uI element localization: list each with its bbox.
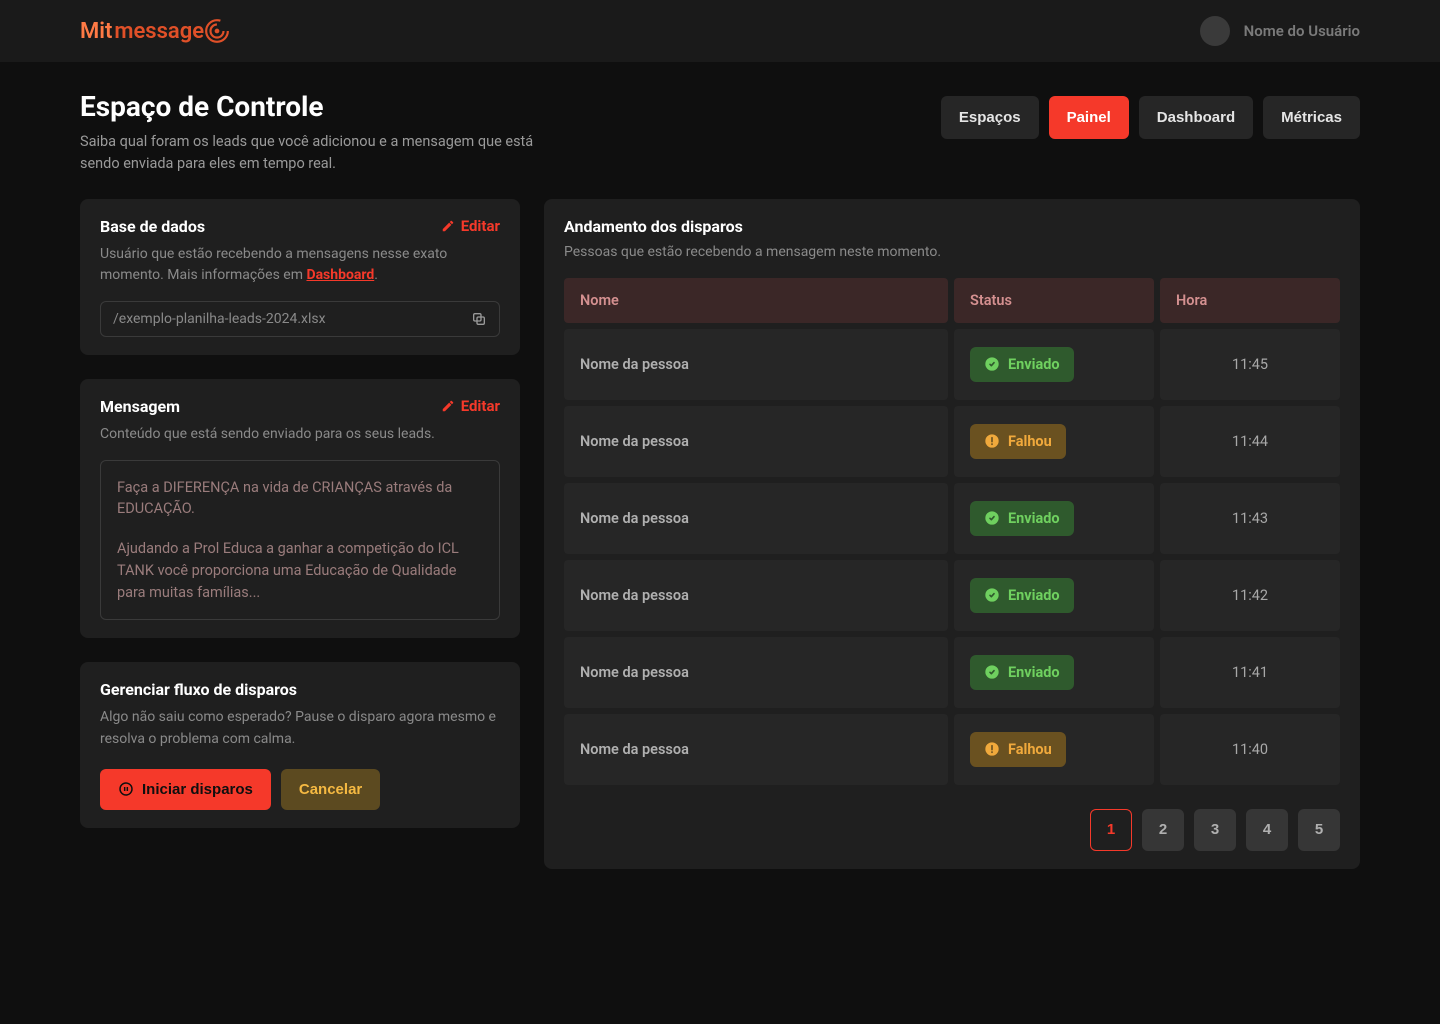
- table-body: Nome da pessoaEnviado11:45Nome da pessoa…: [564, 329, 1340, 785]
- page-button-3[interactable]: 3: [1194, 809, 1236, 851]
- edit-base-button[interactable]: Editar: [441, 217, 500, 235]
- pause-circle-icon: [118, 781, 134, 797]
- cell-time: 11:44: [1160, 406, 1340, 477]
- table-row: Nome da pessoa Enviado 11:45: [564, 329, 1340, 400]
- cell-status: Enviado: [954, 329, 1154, 400]
- table-row: Nome da pessoa Enviado 11:43: [564, 483, 1340, 554]
- file-row: /exemplo-planilha-leads-2024.xlsx: [100, 301, 500, 337]
- cell-status: Falhou: [954, 406, 1154, 477]
- pencil-icon: [441, 399, 455, 413]
- card-message-title: Mensagem: [100, 397, 180, 416]
- avatar: [1200, 16, 1230, 46]
- table-row: Nome da pessoa Enviado 11:42: [564, 560, 1340, 631]
- message-content: Faça a DIFERENÇA na vida de CRIANÇAS atr…: [100, 460, 500, 621]
- page-title: Espaço de Controle: [80, 90, 560, 123]
- card-message: Mensagem Editar Conteúdo que está sendo …: [80, 379, 520, 638]
- col-time: Hora: [1160, 278, 1340, 323]
- card-progress: Andamento dos disparos Pessoas que estão…: [544, 199, 1360, 869]
- logo-swirl-icon: [204, 18, 230, 44]
- table-row: Nome da pessoa Falhou 11:44: [564, 406, 1340, 477]
- status-badge: Enviado: [970, 655, 1074, 690]
- cancel-button[interactable]: Cancelar: [281, 769, 380, 810]
- progress-desc: Pessoas que estão recebendo a mensagem n…: [564, 244, 1340, 260]
- page-button-4[interactable]: 4: [1246, 809, 1288, 851]
- cell-name: Nome da pessoa: [564, 406, 948, 477]
- card-message-desc: Conteúdo que está sendo enviado para os …: [100, 424, 500, 446]
- cell-time: 11:41: [1160, 637, 1340, 708]
- page-button-1[interactable]: 1: [1090, 809, 1132, 851]
- tab-metricas[interactable]: Métricas: [1263, 96, 1360, 139]
- check-circle-icon: [984, 356, 1000, 372]
- card-flow-desc: Algo não saiu como esperado? Pause o dis…: [100, 707, 500, 750]
- cell-time: 11:40: [1160, 714, 1340, 785]
- logo-text-message: message: [114, 18, 230, 44]
- check-circle-icon: [984, 664, 1000, 680]
- start-button[interactable]: Iniciar disparos: [100, 769, 271, 810]
- status-badge: Falhou: [970, 732, 1066, 767]
- table-row: Nome da pessoa Falhou 11:40: [564, 714, 1340, 785]
- col-name: Nome: [564, 278, 948, 323]
- logo[interactable]: Mit message: [80, 18, 230, 44]
- status-badge: Enviado: [970, 578, 1074, 613]
- cell-time: 11:43: [1160, 483, 1340, 554]
- page-button-5[interactable]: 5: [1298, 809, 1340, 851]
- user-area[interactable]: Nome do Usuário: [1200, 16, 1360, 46]
- status-badge: Enviado: [970, 501, 1074, 536]
- cell-name: Nome da pessoa: [564, 714, 948, 785]
- col-status: Status: [954, 278, 1154, 323]
- card-flow: Gerenciar fluxo de disparos Algo não sai…: [80, 662, 520, 827]
- logo-text-mit: Mit: [80, 19, 112, 44]
- cell-status: Falhou: [954, 714, 1154, 785]
- tab-painel[interactable]: Painel: [1049, 96, 1129, 139]
- card-base-desc: Usuário que estão recebendo a mensagens …: [100, 244, 500, 287]
- table-row: Nome da pessoa Enviado 11:41: [564, 637, 1340, 708]
- page-subtitle: Saiba qual foram os leads que você adici…: [80, 131, 560, 175]
- cell-name: Nome da pessoa: [564, 483, 948, 554]
- status-badge: Falhou: [970, 424, 1066, 459]
- progress-title: Andamento dos disparos: [564, 217, 1340, 236]
- copy-icon[interactable]: [471, 311, 487, 327]
- tabs: Espaços Painel Dashboard Métricas: [941, 96, 1360, 139]
- cell-name: Nome da pessoa: [564, 329, 948, 400]
- check-circle-icon: [984, 587, 1000, 603]
- tab-espacos[interactable]: Espaços: [941, 96, 1039, 139]
- topbar: Mit message Nome do Usuário: [0, 0, 1440, 62]
- tab-dashboard[interactable]: Dashboard: [1139, 96, 1253, 139]
- edit-message-button[interactable]: Editar: [441, 397, 500, 415]
- card-base-title: Base de dados: [100, 217, 205, 236]
- message-p1: Faça a DIFERENÇA na vida de CRIANÇAS atr…: [117, 477, 483, 521]
- card-base: Base de dados Editar Usuário que estão r…: [80, 199, 520, 355]
- cell-status: Enviado: [954, 560, 1154, 631]
- cell-name: Nome da pessoa: [564, 637, 948, 708]
- cell-status: Enviado: [954, 637, 1154, 708]
- message-p2: Ajudando a Prol Educa a ganhar a competi…: [117, 538, 483, 603]
- cell-time: 11:45: [1160, 329, 1340, 400]
- cell-status: Enviado: [954, 483, 1154, 554]
- file-name: /exemplo-planilha-leads-2024.xlsx: [113, 311, 326, 327]
- cell-time: 11:42: [1160, 560, 1340, 631]
- dashboard-link[interactable]: Dashboard: [306, 267, 374, 283]
- page-button-2[interactable]: 2: [1142, 809, 1184, 851]
- check-circle-icon: [984, 510, 1000, 526]
- username: Nome do Usuário: [1244, 22, 1360, 40]
- alert-circle-icon: [984, 433, 1000, 449]
- table-head: Nome Status Hora: [564, 278, 1340, 323]
- pagination: 12345: [564, 809, 1340, 851]
- card-flow-title: Gerenciar fluxo de disparos: [100, 680, 297, 699]
- pencil-icon: [441, 219, 455, 233]
- cell-name: Nome da pessoa: [564, 560, 948, 631]
- alert-circle-icon: [984, 741, 1000, 757]
- status-badge: Enviado: [970, 347, 1074, 382]
